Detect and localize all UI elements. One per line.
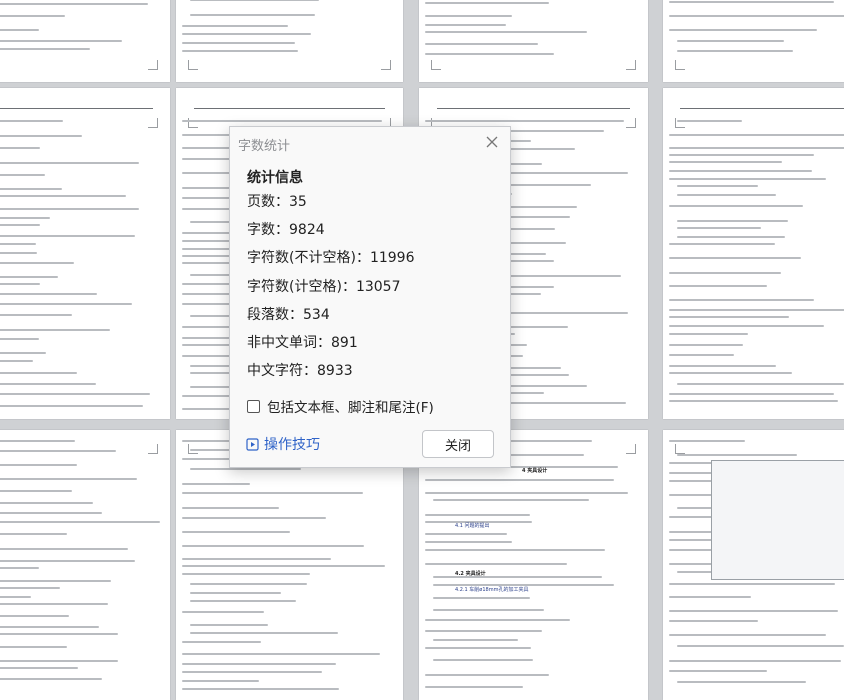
stat-label: 非中文单词 (247, 335, 317, 351)
stat-row: 中文字符：8933 (247, 360, 353, 380)
stat-separator: ： (341, 279, 356, 295)
stat-label: 字符数(不计空格) (247, 250, 356, 266)
include-textbox-option[interactable]: 包括文本框、脚注和尾注(F) (247, 396, 434, 416)
play-icon (246, 437, 259, 451)
document-page (663, 0, 844, 82)
close-button[interactable]: 关闭 (422, 430, 494, 458)
stat-separator: ： (355, 250, 370, 266)
stat-label: 段落数 (247, 307, 289, 323)
stat-value: 534 (303, 307, 330, 323)
document-page (0, 0, 170, 82)
stat-row: 非中文单词：891 (247, 332, 358, 352)
include-textbox-label: 包括文本框、脚注和尾注(F) (267, 400, 434, 416)
tips-label: 操作技巧 (264, 437, 320, 453)
stat-separator: ： (289, 307, 303, 323)
close-icon[interactable] (484, 134, 500, 150)
fixture-drawing (711, 460, 844, 580)
stat-row: 页数：35 (247, 191, 307, 211)
document-page (663, 88, 844, 419)
stat-row: 字符数(不计空格)：11996 (247, 247, 414, 267)
document-page (176, 0, 403, 82)
stat-value: 891 (331, 335, 358, 351)
document-page (663, 430, 844, 700)
stat-separator: ： (317, 335, 331, 351)
section-heading-problem: 4.1 问题的提出 (455, 523, 490, 529)
document-page (176, 430, 403, 700)
word-count-dialog: 字数统计 统计信息 页数：35 字数：9824 字符数(不计空格)：11996 字符数… (229, 126, 511, 468)
document-page (0, 88, 170, 419)
stat-row: 字符数(计空格)：13057 (247, 276, 400, 296)
document-page (419, 0, 648, 82)
stat-label: 中文字符 (247, 363, 303, 379)
stat-label: 页数 (247, 194, 275, 210)
stat-value: 11996 (369, 250, 415, 266)
stat-value: 8933 (317, 363, 353, 379)
stat-label: 字符数(计空格) (247, 279, 342, 295)
stat-value: 9824 (289, 222, 325, 238)
stat-separator: ： (303, 363, 317, 379)
stat-row: 字数：9824 (247, 219, 325, 239)
document-page (0, 430, 170, 700)
section-heading-fixture: 4.2 夹具设计 (455, 571, 486, 577)
stat-value: 13057 (355, 279, 401, 295)
stat-label: 字数 (247, 222, 275, 238)
chapter-heading: 4 夹具设计 (522, 468, 548, 474)
stat-separator: ： (275, 222, 289, 238)
stat-separator: ： (275, 194, 289, 210)
dialog-title: 字数统计 (238, 139, 291, 154)
tips-link[interactable]: 操作技巧 (246, 434, 320, 454)
include-textbox-checkbox[interactable] (247, 399, 260, 413)
stat-row: 段落数：534 (247, 304, 330, 324)
stat-value: 35 (289, 194, 307, 210)
subsection-heading: 4.2.1 车削ø18mm孔的加工夹具 (455, 587, 529, 593)
statistics-heading: 统计信息 (247, 170, 303, 186)
